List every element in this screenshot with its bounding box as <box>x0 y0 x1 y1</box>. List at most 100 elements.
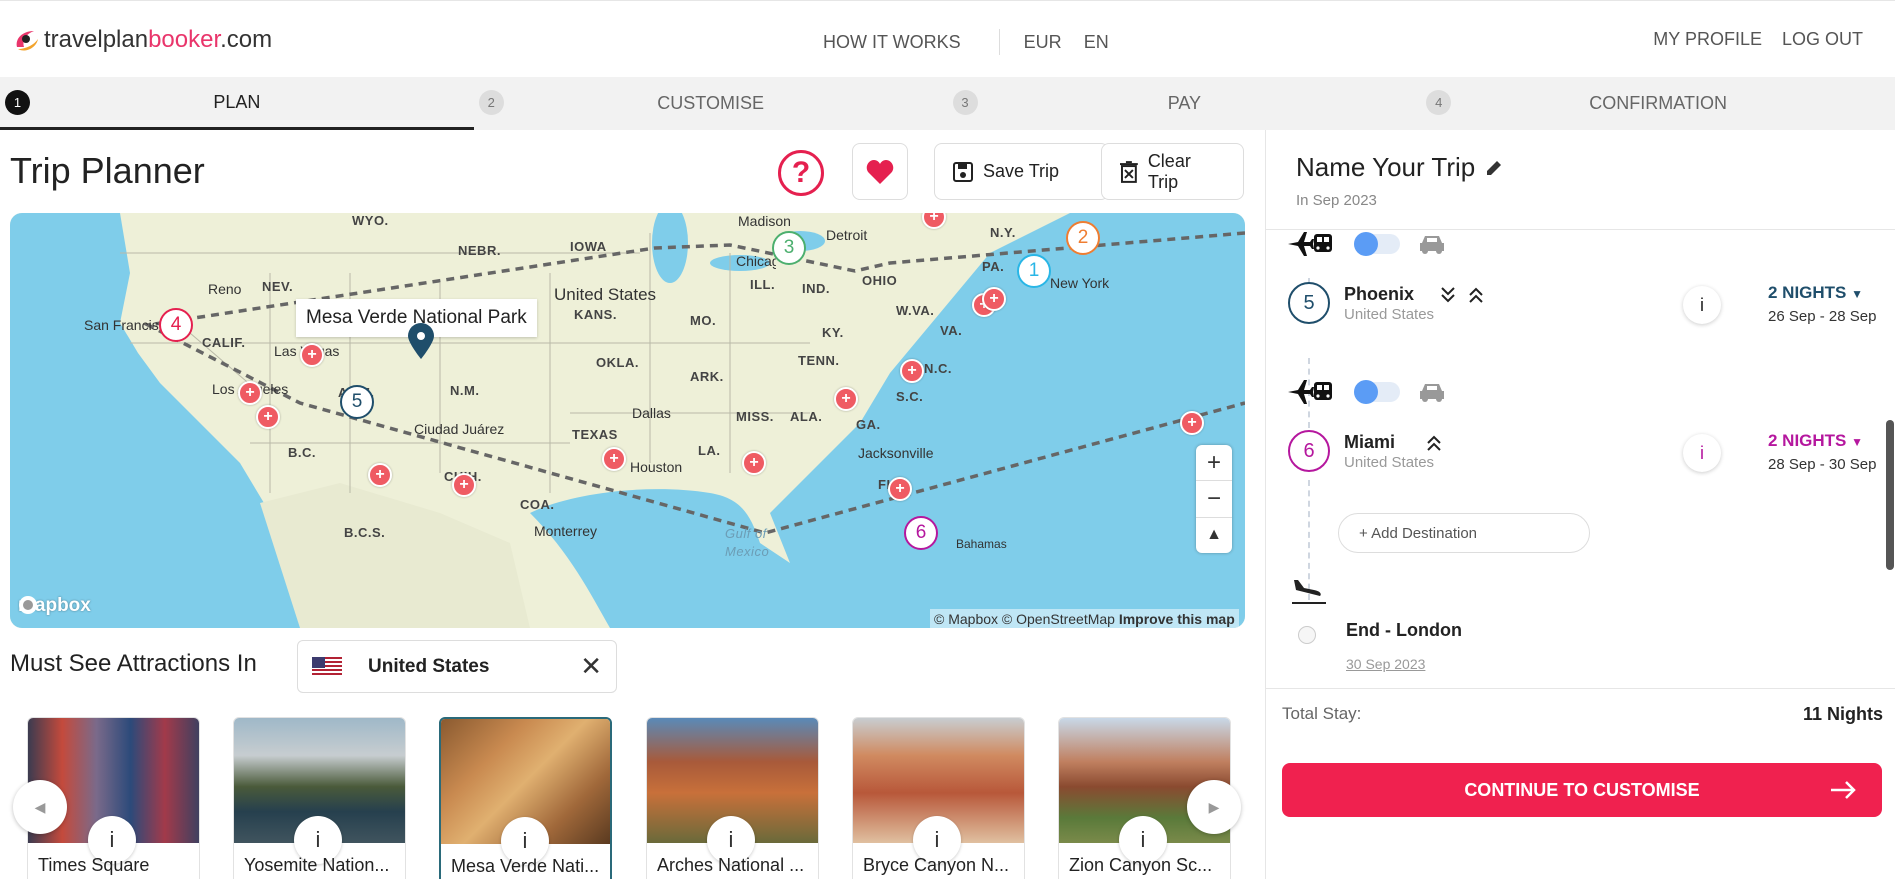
transport-toggle[interactable] <box>1354 380 1400 404</box>
move-up-icon[interactable] <box>1426 434 1442 452</box>
stop-pin-3[interactable]: 3 <box>772 231 806 265</box>
end-radio[interactable] <box>1298 626 1316 644</box>
nights-selector[interactable]: 2 NIGHTS ▼ <box>1768 283 1863 303</box>
step-label: CONFIRMATION <box>1589 93 1727 113</box>
step-plan[interactable]: 1 PLAN <box>0 77 474 130</box>
trip-name-text: Name Your Trip <box>1296 152 1476 182</box>
map-city: Reno <box>208 281 242 297</box>
location-marker-icon[interactable] <box>408 323 434 359</box>
zoom-in-button[interactable]: + <box>1196 445 1232 482</box>
attraction-name: Yosemite Nation... <box>244 855 390 875</box>
total-stay-value: 11 Nights <box>1802 704 1883 724</box>
improve-map-link[interactable]: Improve this map <box>1119 611 1235 627</box>
stop-pin-1[interactable]: 1 <box>1017 254 1051 288</box>
map-city: Detroit <box>826 227 868 243</box>
arrow-right-icon <box>1831 781 1856 799</box>
add-attraction-marker[interactable]: + <box>602 447 626 471</box>
add-attraction-marker[interactable]: + <box>742 451 766 475</box>
map-label: OHIO <box>862 273 898 288</box>
add-attraction-marker[interactable]: + <box>238 381 262 405</box>
continue-label: CONTINUE TO CUSTOMISE <box>1464 779 1700 800</box>
map-label: ARK. <box>690 369 724 384</box>
how-it-works-link[interactable]: HOW IT WORKS <box>823 32 961 53</box>
language-selector[interactable]: EN <box>1084 32 1109 53</box>
map-city: Monterrey <box>534 523 598 539</box>
step-confirmation[interactable]: 4 CONFIRMATION <box>1421 77 1895 130</box>
site-logo[interactable]: travelplanbooker.com <box>12 25 272 55</box>
save-trip-button[interactable]: Save Trip <box>934 143 1109 200</box>
add-attraction-marker[interactable]: + <box>256 405 280 429</box>
map-zoom-controls: + − ▲ <box>1196 445 1232 553</box>
attraction-card[interactable]: i Yosemite Nation... <box>233 717 406 879</box>
step-pay[interactable]: 3 PAY <box>948 77 1422 130</box>
log-out-link[interactable]: LOG OUT <box>1782 29 1863 50</box>
stop-pin-2[interactable]: 2 <box>1066 221 1100 255</box>
compass-button[interactable]: ▲ <box>1196 518 1232 553</box>
top-header: travelplanbooker.com HOW IT WORKS EUR EN… <box>0 0 1895 77</box>
trip-map[interactable]: WYO. NEBR. IOWA N.Y. NEV. United States … <box>10 213 1245 628</box>
map-label: NEBR. <box>458 243 501 258</box>
car-icon[interactable] <box>1418 233 1446 255</box>
add-attraction-marker[interactable]: + <box>834 387 858 411</box>
plane-train-icon <box>1288 232 1332 256</box>
add-attraction-marker[interactable]: + <box>452 473 476 497</box>
my-profile-link[interactable]: MY PROFILE <box>1653 29 1762 50</box>
clear-trip-button[interactable]: Clear Trip <box>1101 143 1244 200</box>
map-label: ALA. <box>790 409 823 424</box>
country-selector[interactable]: United States ✕ <box>297 640 617 693</box>
add-attraction-marker[interactable]: + <box>300 343 324 367</box>
map-label: COA. <box>520 497 555 512</box>
info-button[interactable]: i <box>1683 286 1721 324</box>
attraction-name: Times Square <box>38 855 150 875</box>
mapbox-logo[interactable]: mapbox <box>18 595 91 617</box>
info-button[interactable]: i <box>1683 434 1721 472</box>
chevron-right-icon: ▶ <box>1208 798 1220 815</box>
total-stay-label: Total Stay: <box>1282 704 1362 723</box>
step-number: 1 <box>5 90 30 115</box>
add-attraction-marker[interactable]: + <box>368 463 392 487</box>
map-city: Madison <box>738 213 791 229</box>
car-icon[interactable] <box>1418 381 1446 403</box>
add-attraction-marker[interactable]: + <box>982 287 1006 311</box>
zoom-out-button[interactable]: − <box>1196 481 1232 518</box>
carousel-prev-button[interactable]: ◀ <box>13 780 67 834</box>
add-attraction-marker[interactable]: + <box>900 359 924 383</box>
move-down-icon[interactable] <box>1440 286 1456 304</box>
country-name: United States <box>368 655 490 677</box>
stop-pin-4[interactable]: 4 <box>159 308 193 342</box>
favourite-button[interactable] <box>852 143 908 200</box>
chevron-left-icon: ◀ <box>34 798 46 815</box>
transport-row <box>1288 230 1446 258</box>
carousel-next-button[interactable]: ▶ <box>1187 780 1241 834</box>
trip-name[interactable]: Name Your Trip <box>1296 152 1503 183</box>
attraction-card[interactable]: i Bryce Canyon N... <box>852 717 1025 879</box>
nights-selector[interactable]: 2 NIGHTS ▼ <box>1768 431 1863 451</box>
attraction-card[interactable]: i Arches National ... <box>646 717 819 879</box>
map-label: S.C. <box>896 389 924 404</box>
add-attraction-marker[interactable]: + <box>1180 411 1204 435</box>
attraction-card-selected[interactable]: i Mesa Verde Nati... <box>439 717 612 879</box>
date-range: 28 Sep - 30 Sep <box>1768 456 1877 473</box>
transport-toggle[interactable] <box>1354 232 1400 256</box>
transport-row <box>1288 378 1446 406</box>
help-button[interactable]: ? <box>778 150 824 196</box>
add-attraction-marker[interactable]: + <box>888 477 912 501</box>
map-label: GA. <box>856 417 881 432</box>
continue-button[interactable]: CONTINUE TO CUSTOMISE <box>1282 763 1882 817</box>
stop-pin-6[interactable]: 6 <box>904 516 938 550</box>
stop-pin-5[interactable]: 5 <box>340 385 374 419</box>
move-up-icon[interactable] <box>1468 286 1484 304</box>
save-icon <box>953 161 973 182</box>
close-icon[interactable]: ✕ <box>580 651 602 682</box>
add-destination-button[interactable]: + Add Destination <box>1338 513 1590 553</box>
destination-country: United States <box>1344 306 1435 323</box>
currency-selector[interactable]: EUR <box>1024 32 1062 53</box>
pencil-icon[interactable] <box>1485 159 1503 177</box>
scrollbar[interactable] <box>1886 420 1894 570</box>
plane-landing-icon <box>1292 580 1326 604</box>
end-date[interactable]: 30 Sep 2023 <box>1346 656 1425 672</box>
caret-down-icon: ▼ <box>1851 287 1864 301</box>
step-customise[interactable]: 2 CUSTOMISE <box>474 77 948 130</box>
attribution-text[interactable]: © Mapbox © OpenStreetMap <box>934 611 1115 627</box>
date-range: 26 Sep - 28 Sep <box>1768 308 1877 325</box>
